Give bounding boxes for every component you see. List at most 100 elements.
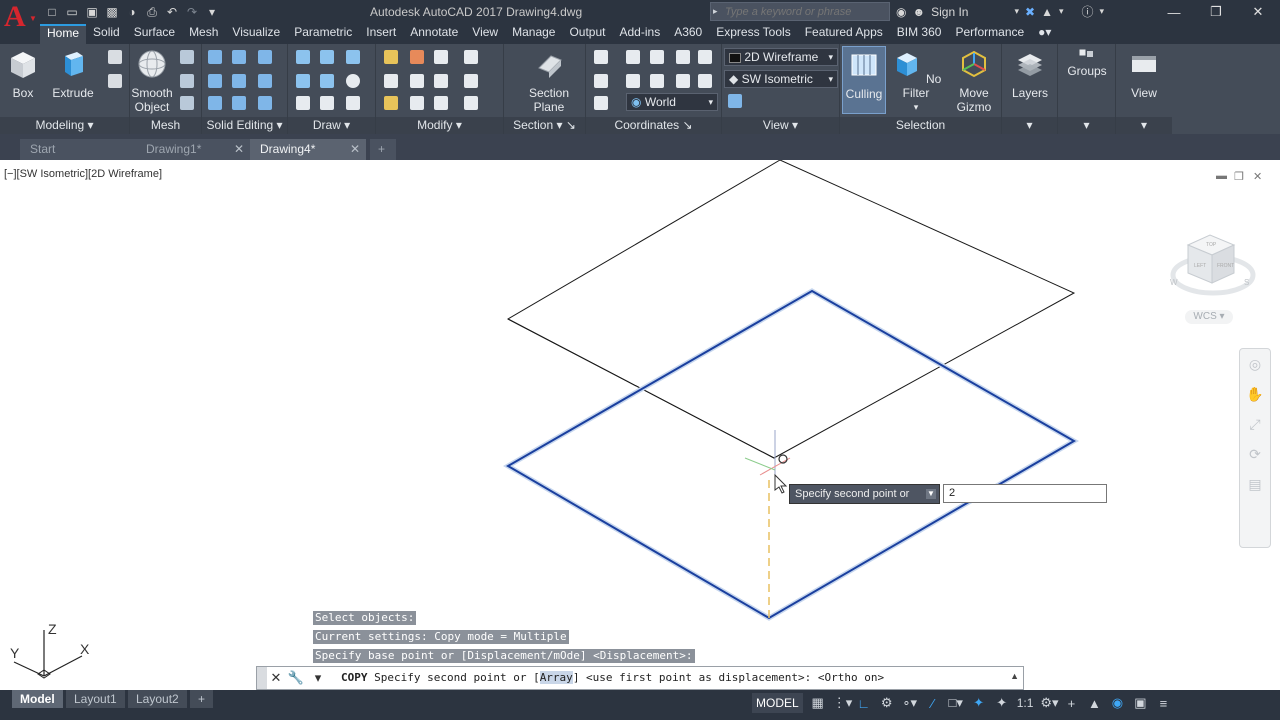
layers-button[interactable]: Layers xyxy=(1008,48,1052,100)
view-button[interactable]: View xyxy=(1122,48,1166,100)
move-gizmo-button[interactable]: Move Gizmo xyxy=(950,48,998,114)
maximize-button[interactable]: ❐ xyxy=(1196,0,1236,24)
save-icon[interactable]: ▣ xyxy=(84,4,100,20)
line-icon[interactable] xyxy=(320,74,334,88)
ucs-dropdown[interactable]: ◉ World ▾ xyxy=(626,93,718,111)
3d-array-icon[interactable] xyxy=(464,74,478,88)
rotate-icon[interactable] xyxy=(410,50,424,64)
panel-title-modify[interactable]: Modify ▾ xyxy=(376,117,503,134)
sign-in-label[interactable]: Sign In xyxy=(931,5,968,19)
a360-icon[interactable]: ▲ xyxy=(1041,5,1053,19)
3d-rotate-icon[interactable] xyxy=(410,74,424,88)
doc-tab-drawing1[interactable]: Drawing1* ✕ xyxy=(136,139,250,160)
hardware-acceleration-icon[interactable]: ◉ xyxy=(1109,695,1125,711)
panel-title-solid-editing[interactable]: Solid Editing ▾ xyxy=(202,117,287,134)
command-keyword-option[interactable]: Array xyxy=(539,671,573,684)
close-button[interactable]: ✕ xyxy=(1238,0,1278,24)
polar-tracking-icon[interactable]: ⚙ xyxy=(879,695,895,711)
ribbon-tab-a360[interactable]: A360 xyxy=(667,24,709,44)
ribbon-tab-home[interactable]: Home xyxy=(40,24,87,44)
no-filter-button[interactable]: No Filter ▾ xyxy=(890,48,942,114)
add-layout-button[interactable]: + xyxy=(190,690,214,708)
panel-title-coordinates[interactable]: Coordinates ↘ xyxy=(586,117,721,134)
layout-tab-layout1[interactable]: Layout1 xyxy=(66,690,125,708)
ribbon-tab-featured-apps[interactable]: Featured Apps xyxy=(798,24,890,44)
erase-icon[interactable] xyxy=(434,96,448,110)
panel-title-draw[interactable]: Draw ▾ xyxy=(288,117,375,134)
panel-title-view-tools[interactable]: ▾ xyxy=(1116,117,1172,134)
view-preset-dropdown[interactable]: ◆ SW Isometric ▾ xyxy=(724,70,838,88)
application-menu-button[interactable]: A ▼ xyxy=(0,0,40,44)
new-tab-button[interactable]: + xyxy=(370,139,396,160)
user-icon[interactable]: ☻ xyxy=(912,5,925,19)
chevron-up-icon[interactable]: ▲ xyxy=(1010,671,1019,681)
rectangle-icon[interactable] xyxy=(320,96,334,110)
panel-title-section[interactable]: Section ▾ ↘ xyxy=(504,117,585,134)
add-icon[interactable]: + xyxy=(1063,696,1079,711)
subtract-icon[interactable] xyxy=(232,50,246,64)
chevron-down-icon[interactable]: ▾ xyxy=(1100,6,1105,17)
align-icon[interactable] xyxy=(464,50,478,64)
chevron-down-icon[interactable]: ▾ xyxy=(1014,6,1019,17)
viewcube[interactable]: TOP LEFT FRONT W S xyxy=(1168,215,1258,325)
command-line[interactable]: ✕ 🔧 ▾ COPY Specify second point or [Arra… xyxy=(256,666,1024,690)
exchange-apps-icon[interactable]: ✖ xyxy=(1025,5,1035,19)
culling-button[interactable]: Culling xyxy=(842,46,886,114)
close-icon[interactable]: ✕ xyxy=(234,139,244,159)
groups-button[interactable]: Groups xyxy=(1064,48,1110,78)
grid-icon[interactable]: ▦ xyxy=(810,695,826,711)
ribbon-tab-annotate[interactable]: Annotate xyxy=(403,24,465,44)
customize-qat-icon[interactable]: ▾ xyxy=(204,4,220,20)
snap-mode-icon[interactable]: ⋮▾ xyxy=(833,695,853,711)
separate-icon[interactable] xyxy=(258,96,272,110)
auto-scale-icon[interactable]: ✦ xyxy=(994,695,1010,711)
dynamic-options-icon[interactable]: ▼ xyxy=(926,489,936,499)
polysolid-icon[interactable] xyxy=(320,50,334,64)
panel-title-mesh[interactable]: Mesh xyxy=(130,117,201,134)
doc-tab-drawing4[interactable]: Drawing4* ✕ xyxy=(250,139,366,160)
save-as-icon[interactable]: ▩ xyxy=(104,4,120,20)
search-input[interactable] xyxy=(711,3,889,20)
ucs-y-icon[interactable] xyxy=(650,50,664,64)
ucs-origin-icon[interactable] xyxy=(594,74,608,88)
showmotion-icon[interactable]: ▤ xyxy=(1240,469,1270,499)
spline-icon[interactable] xyxy=(296,74,310,88)
thicken-icon[interactable] xyxy=(232,96,246,110)
section-plane-button[interactable]: Section Plane xyxy=(524,48,574,114)
layout-tab-model[interactable]: Model xyxy=(12,690,63,708)
ribbon-tab-view[interactable]: View xyxy=(465,24,505,44)
ribbon-tab-bim-360[interactable]: BIM 360 xyxy=(890,24,949,44)
object-snap-tracking-icon[interactable]: ∕ xyxy=(925,696,941,711)
ucs-object-icon[interactable] xyxy=(650,74,664,88)
polyline-icon[interactable] xyxy=(296,50,310,64)
panel-title-groups[interactable]: ▾ xyxy=(1058,117,1115,134)
ucs-z-icon[interactable] xyxy=(676,50,690,64)
chevron-down-icon[interactable]: ▾ xyxy=(1059,6,1064,17)
zoom-icon[interactable]: ⤢ xyxy=(1240,409,1270,439)
close-icon[interactable]: ✕ xyxy=(267,669,285,687)
steering-wheel-icon[interactable]: ◎ xyxy=(1240,349,1270,379)
interfere-icon[interactable] xyxy=(208,96,222,110)
undo-icon[interactable]: ↶ xyxy=(164,4,180,20)
isodraft-icon[interactable]: ∘▾ xyxy=(902,695,918,711)
command-line-grip[interactable] xyxy=(257,667,267,689)
circle-icon[interactable] xyxy=(346,74,360,88)
ribbon-tab-visualize[interactable]: Visualize xyxy=(225,24,287,44)
arc-icon[interactable] xyxy=(346,50,360,64)
mesh-crease-icon[interactable] xyxy=(180,96,194,110)
ucs-world-icon[interactable] xyxy=(594,96,608,110)
slice-icon[interactable] xyxy=(232,74,246,88)
box-button[interactable]: Box xyxy=(6,48,40,100)
mesh-refine-icon[interactable] xyxy=(180,74,194,88)
ribbon-tab-solid[interactable]: Solid xyxy=(86,24,127,44)
visual-style-dropdown[interactable]: 2D Wireframe ▾ xyxy=(724,48,838,66)
union-icon[interactable] xyxy=(208,50,222,64)
ribbon-tab-express-tools[interactable]: Express Tools xyxy=(709,24,797,44)
ucs-icon[interactable] xyxy=(594,50,608,64)
annotation-scale[interactable]: 1:1 xyxy=(1017,696,1034,710)
doc-tab-start[interactable]: Start xyxy=(20,139,136,160)
clean-screen-icon[interactable]: ▣ xyxy=(1132,695,1148,711)
intersect-icon[interactable] xyxy=(208,74,222,88)
ribbon-tab-surface[interactable]: Surface xyxy=(127,24,182,44)
panel-title-modeling[interactable]: Modeling ▾ xyxy=(0,117,129,134)
